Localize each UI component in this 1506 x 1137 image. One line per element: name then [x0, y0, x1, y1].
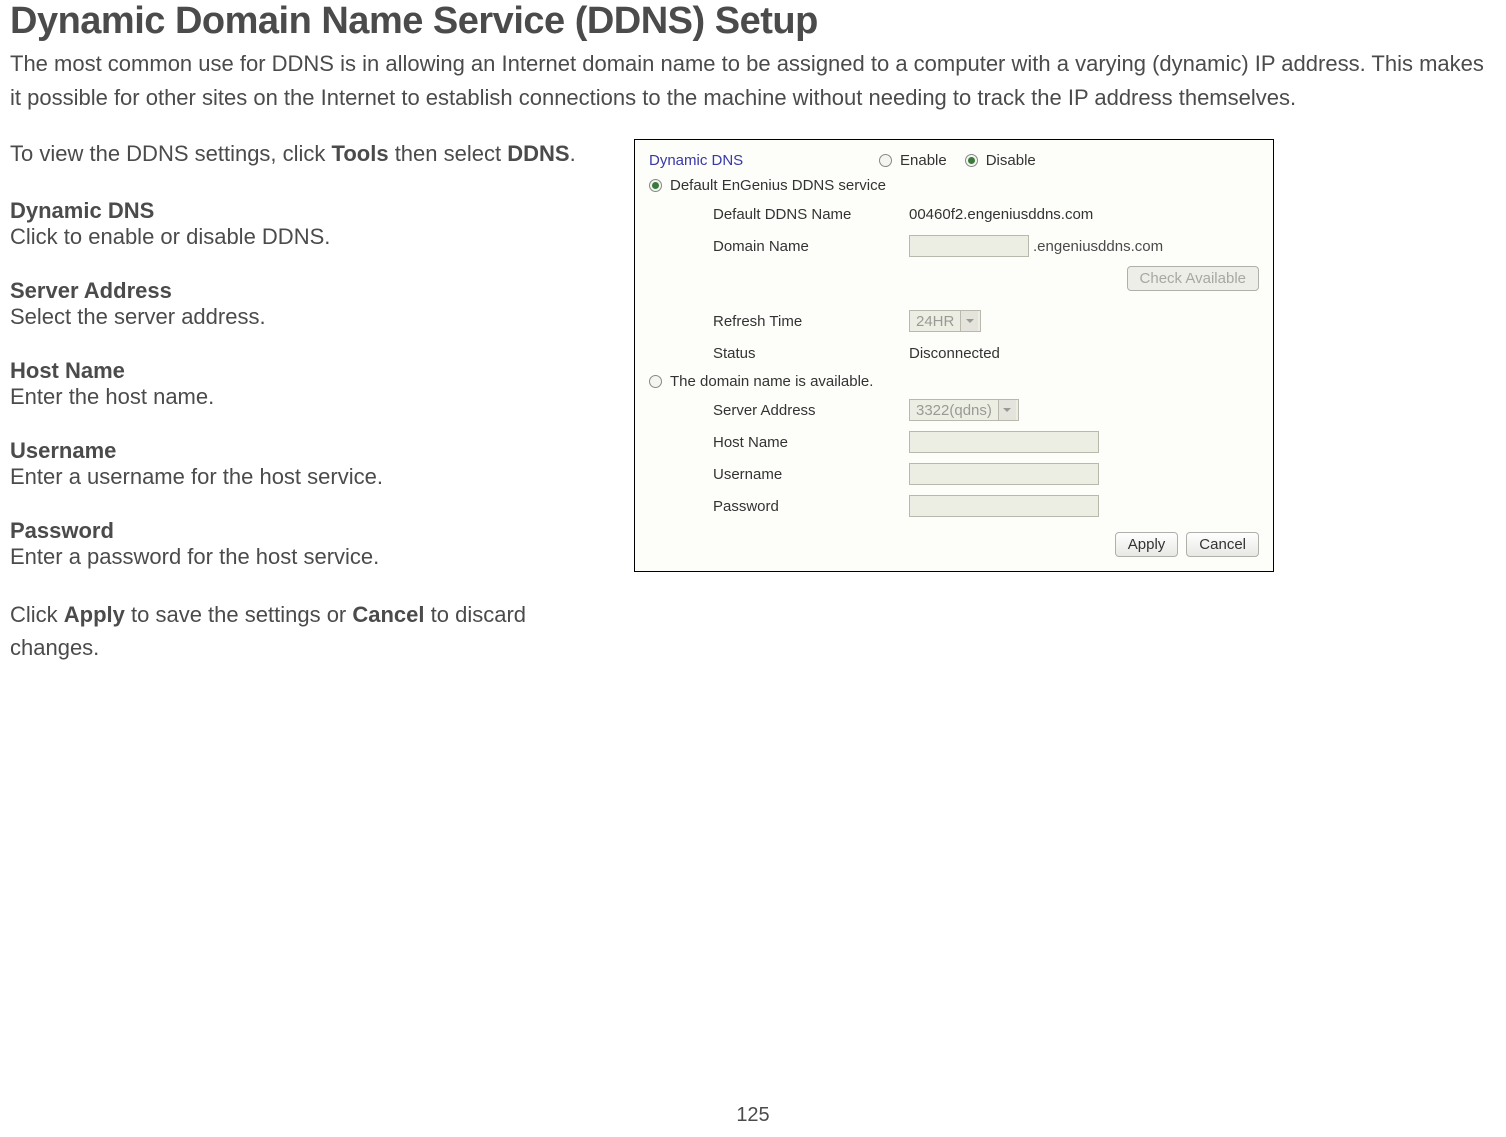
description-column: To view the DDNS settings, click Tools t…: [10, 137, 610, 692]
page-number: 125: [0, 1104, 1506, 1127]
domain-available-radio[interactable]: [649, 375, 662, 388]
view-instructions: To view the DDNS settings, click Tools t…: [10, 137, 610, 170]
closing-mid: to save the settings or: [125, 602, 352, 627]
refresh-time-select[interactable]: 24HR: [909, 310, 981, 332]
server-address-label: Server Address: [713, 402, 909, 419]
disable-radio[interactable]: [965, 154, 978, 167]
ddns-config-panel: Dynamic DNS Enable Disable Default EnGen…: [634, 139, 1274, 572]
refresh-time-label: Refresh Time: [713, 313, 909, 330]
enable-radio[interactable]: [879, 154, 892, 167]
field-dynamic-dns-desc: Click to enable or disable DDNS.: [10, 224, 610, 250]
panel-heading: Dynamic DNS: [649, 152, 879, 169]
username-input[interactable]: [909, 463, 1099, 485]
closing-pre: Click: [10, 602, 64, 627]
host-name-label: Host Name: [713, 434, 909, 451]
domain-available-label: The domain name is available.: [670, 373, 873, 390]
field-dynamic-dns-title: Dynamic DNS: [10, 198, 610, 224]
default-service-radio[interactable]: [649, 179, 662, 192]
view-pre: To view the DDNS settings, click: [10, 141, 332, 166]
field-password-desc: Enter a password for the host service.: [10, 544, 610, 570]
apply-keyword: Apply: [64, 602, 125, 627]
apply-button[interactable]: Apply: [1115, 532, 1179, 557]
username-label: Username: [713, 466, 909, 483]
intro-paragraph: The most common use for DDNS is in allow…: [10, 47, 1496, 115]
chevron-down-icon: [960, 311, 978, 331]
ddns-keyword: DDNS: [507, 141, 569, 166]
password-label: Password: [713, 498, 909, 515]
enable-label: Enable: [900, 152, 947, 169]
status-label: Status: [713, 345, 909, 362]
chevron-down-icon: [998, 400, 1016, 420]
server-address-value: 3322(qdns): [916, 402, 992, 419]
view-mid: then select: [389, 141, 508, 166]
closing-paragraph: Click Apply to save the settings or Canc…: [10, 598, 610, 664]
server-address-select[interactable]: 3322(qdns): [909, 399, 1019, 421]
field-username-desc: Enter a username for the host service.: [10, 464, 610, 490]
status-value: Disconnected: [909, 345, 1000, 362]
field-password-title: Password: [10, 518, 610, 544]
disable-label: Disable: [986, 152, 1036, 169]
tools-keyword: Tools: [332, 141, 389, 166]
domain-name-input[interactable]: [909, 235, 1029, 257]
host-name-input[interactable]: [909, 431, 1099, 453]
domain-suffix: .engeniusddns.com: [1033, 238, 1163, 255]
field-host-name-title: Host Name: [10, 358, 610, 384]
default-service-label: Default EnGenius DDNS service: [670, 177, 886, 194]
cancel-keyword: Cancel: [352, 602, 424, 627]
field-username-title: Username: [10, 438, 610, 464]
password-input[interactable]: [909, 495, 1099, 517]
check-available-button[interactable]: Check Available: [1127, 266, 1259, 291]
page-title: Dynamic Domain Name Service (DDNS) Setup: [10, 0, 1496, 43]
refresh-time-value: 24HR: [916, 313, 954, 330]
field-server-address-title: Server Address: [10, 278, 610, 304]
view-post: .: [570, 141, 576, 166]
field-server-address-desc: Select the server address.: [10, 304, 610, 330]
field-host-name-desc: Enter the host name.: [10, 384, 610, 410]
default-ddns-name-label: Default DDNS Name: [713, 206, 909, 223]
default-ddns-name-value: 00460f2.engeniusddns.com: [909, 206, 1093, 223]
domain-name-label: Domain Name: [713, 238, 909, 255]
cancel-button[interactable]: Cancel: [1186, 532, 1259, 557]
